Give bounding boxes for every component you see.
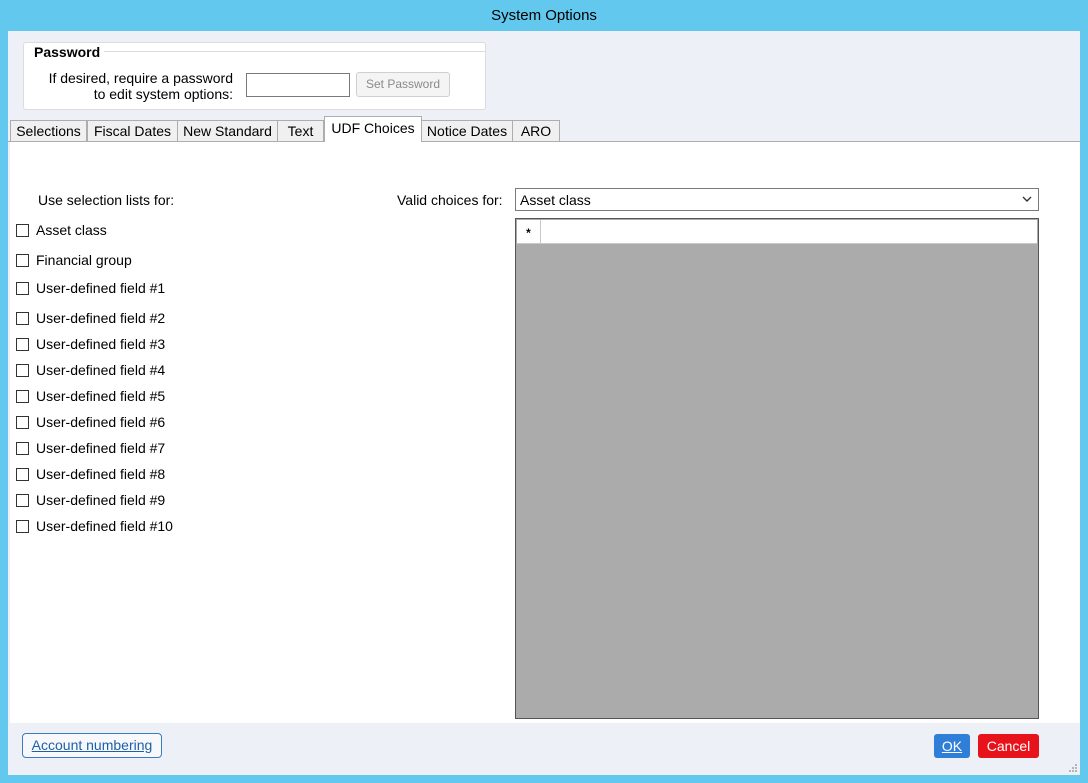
tab-selections[interactable]: Selections (10, 120, 87, 141)
checkbox-label: User-defined field #3 (36, 336, 166, 352)
cancel-button[interactable]: Cancel (978, 734, 1039, 758)
checkbox-udf-9[interactable]: User-defined field #9 (16, 491, 165, 509)
password-prompt-line2: to edit system options: (93, 86, 233, 102)
checkbox-udf-1[interactable]: User-defined field #1 (16, 279, 165, 297)
tab-notice-dates[interactable]: Notice Dates (421, 120, 513, 141)
checkbox-udf-6[interactable]: User-defined field #6 (16, 413, 165, 431)
checkbox-udf-7[interactable]: User-defined field #7 (16, 439, 165, 457)
valid-choices-select[interactable]: Asset class (515, 188, 1039, 211)
window-title: System Options (491, 7, 597, 24)
grid-new-row[interactable]: * (517, 220, 1037, 244)
checkbox-box[interactable] (16, 253, 29, 267)
account-numbering-button[interactable]: Account numbering (22, 733, 162, 758)
dialog-client-area: Password If desired, require a password … (8, 31, 1080, 775)
tab-strip: Selections Fiscal Dates New Standard Tex… (8, 116, 1080, 142)
checkbox-udf-2[interactable]: User-defined field #2 (16, 309, 165, 327)
checkbox-box[interactable] (16, 223, 29, 237)
checkbox-label: User-defined field #8 (36, 466, 166, 482)
tab-aro[interactable]: ARO (512, 120, 560, 141)
checkbox-box[interactable] (16, 281, 29, 295)
checkbox-label: User-defined field #5 (36, 388, 166, 404)
checkbox-box[interactable] (16, 493, 29, 507)
checkbox-label: User-defined field #6 (36, 414, 166, 430)
checkbox-box[interactable] (16, 415, 29, 429)
valid-choices-value: Asset class (520, 192, 591, 208)
tab-fiscal-dates[interactable]: Fiscal Dates (87, 120, 178, 141)
checkbox-udf-10[interactable]: User-defined field #10 (16, 517, 173, 535)
checkbox-box[interactable] (16, 389, 29, 403)
checkbox-label: User-defined field #9 (36, 492, 166, 508)
checkbox-udf-5[interactable]: User-defined field #5 (16, 387, 165, 405)
checkbox-label: User-defined field #7 (36, 440, 166, 456)
tab-new-standard[interactable]: New Standard (177, 120, 278, 141)
ok-button[interactable]: OK (934, 734, 970, 758)
checkbox-udf-8[interactable]: User-defined field #8 (16, 465, 165, 483)
checkbox-box[interactable] (16, 467, 29, 481)
checkbox-box[interactable] (16, 363, 29, 377)
tab-text[interactable]: Text (277, 120, 324, 141)
checkbox-label: Asset class (36, 222, 107, 238)
new-row-marker: * (517, 220, 541, 243)
password-input[interactable] (246, 73, 350, 97)
checkbox-label: User-defined field #1 (36, 280, 166, 296)
udf-choices-page: Use selection lists for: Asset class Fin… (10, 142, 1080, 723)
system-options-window: System Options Password If desired, requ… (0, 0, 1088, 783)
checkbox-label: User-defined field #10 (36, 518, 173, 534)
checkbox-financial-group[interactable]: Financial group (16, 251, 132, 269)
checkbox-box[interactable] (16, 337, 29, 351)
password-group: Password If desired, require a password … (23, 42, 486, 110)
checkbox-box[interactable] (16, 441, 29, 455)
set-password-button[interactable]: Set Password (356, 72, 450, 97)
password-legend: Password (32, 44, 103, 60)
checkbox-udf-3[interactable]: User-defined field #3 (16, 335, 165, 353)
choices-grid[interactable]: * (515, 218, 1039, 719)
password-prompt: If desired, require a password to edit s… (49, 70, 233, 102)
checkbox-asset-class[interactable]: Asset class (16, 221, 107, 239)
checkbox-box[interactable] (16, 519, 29, 533)
chevron-down-icon (1022, 196, 1032, 202)
checkbox-label: Financial group (36, 252, 132, 268)
checkbox-label: User-defined field #2 (36, 310, 166, 326)
checkbox-box[interactable] (16, 311, 29, 325)
group-divider (104, 51, 485, 52)
grid-new-row-cell[interactable] (542, 220, 1037, 243)
password-prompt-line1: If desired, require a password (48, 70, 233, 86)
tab-udf-choices[interactable]: UDF Choices (324, 116, 422, 142)
checkbox-udf-4[interactable]: User-defined field #4 (16, 361, 165, 379)
resize-grip-icon[interactable] (1068, 763, 1078, 773)
selection-lists-label: Use selection lists for: (38, 192, 175, 208)
valid-choices-label: Valid choices for: (397, 192, 503, 208)
checkbox-label: User-defined field #4 (36, 362, 166, 378)
